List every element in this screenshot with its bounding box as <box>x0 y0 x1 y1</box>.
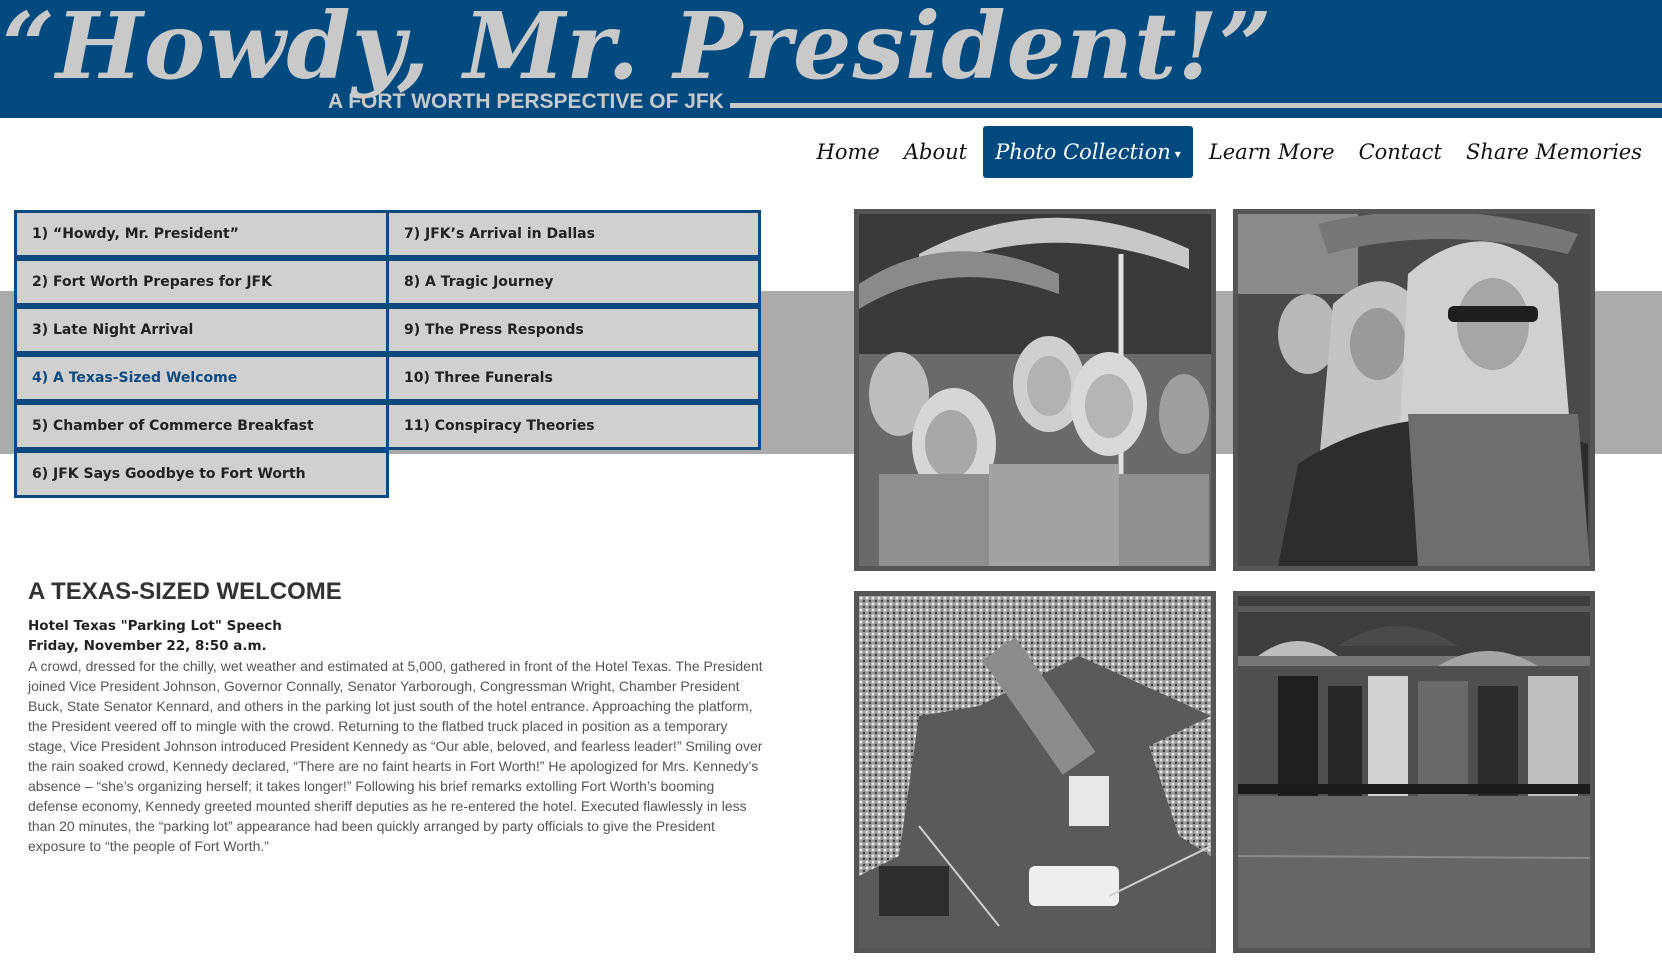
article-body: A crowd, dressed for the chilly, wet wea… <box>28 658 763 854</box>
photo-image <box>1238 596 1590 948</box>
photo-women-umbrellas[interactable] <box>854 209 1216 571</box>
photo-women-rain-hoods[interactable] <box>1233 209 1595 571</box>
chapter-item[interactable]: 7) JFK’s Arrival in Dallas <box>386 210 761 258</box>
chapter-item[interactable]: 6) JFK Says Goodbye to Fort Worth <box>14 450 389 498</box>
chapter-item-active[interactable]: 4) A Texas-Sized Welcome <box>14 354 389 402</box>
photo-image <box>859 214 1211 566</box>
chapter-item[interactable]: 1) “Howdy, Mr. President” <box>14 210 389 258</box>
article-subheading: Hotel Texas "Parking Lot" Speech <box>28 618 282 634</box>
subtitle-rule <box>730 103 1662 108</box>
chapter-item[interactable]: 3) Late Night Arrival <box>14 306 389 354</box>
site-subtitle: A FORT WORTH PERSPECTIVE OF JFK <box>328 90 724 113</box>
nav-home[interactable]: Home <box>805 126 892 178</box>
photo-street-crowd[interactable] <box>1233 591 1595 953</box>
chapter-item[interactable]: 9) The Press Responds <box>386 306 761 354</box>
nav-learn-more[interactable]: Learn More <box>1197 126 1347 178</box>
chevron-down-icon: ▾ <box>1174 146 1181 161</box>
photo-image <box>859 596 1211 948</box>
chapter-menu: 1) “Howdy, Mr. President” 2) Fort Worth … <box>14 210 764 503</box>
main-nav: Home About Photo Collection ▾ Learn More … <box>805 126 1654 178</box>
article-date: Friday, November 22, 8:50 a.m. <box>28 638 267 654</box>
chapter-item[interactable]: 2) Fort Worth Prepares for JFK <box>14 258 389 306</box>
photo-street-crowd-art <box>1238 596 1590 948</box>
nav-photo-collection-label: Photo Collection <box>995 140 1171 164</box>
nav-about[interactable]: About <box>892 126 979 178</box>
chapter-item[interactable]: 5) Chamber of Commerce Breakfast <box>14 402 389 450</box>
nav-share-memories[interactable]: Share Memories <box>1454 126 1654 178</box>
chapter-item[interactable]: 11) Conspiracy Theories <box>386 402 761 450</box>
chapter-item[interactable]: 8) A Tragic Journey <box>386 258 761 306</box>
article: A TEXAS-SIZED WELCOME Hotel Texas "Parki… <box>28 578 768 856</box>
nav-contact[interactable]: Contact <box>1347 126 1454 178</box>
photo-image <box>1238 214 1590 566</box>
photo-aerial-crowd-art <box>859 596 1211 948</box>
chapter-item[interactable]: 10) Three Funerals <box>386 354 761 402</box>
site-title: “Howdy, Mr. President!” <box>2 0 1273 100</box>
header-banner: “Howdy, Mr. President!” A FORT WORTH PER… <box>0 0 1662 118</box>
photo-women-rain-hoods-art <box>1238 214 1590 566</box>
nav-photo-collection[interactable]: Photo Collection ▾ <box>983 126 1193 178</box>
photo-women-umbrellas-art <box>859 214 1211 566</box>
photo-aerial-crowd[interactable] <box>854 591 1216 953</box>
article-heading: A TEXAS-SIZED WELCOME <box>28 578 342 605</box>
